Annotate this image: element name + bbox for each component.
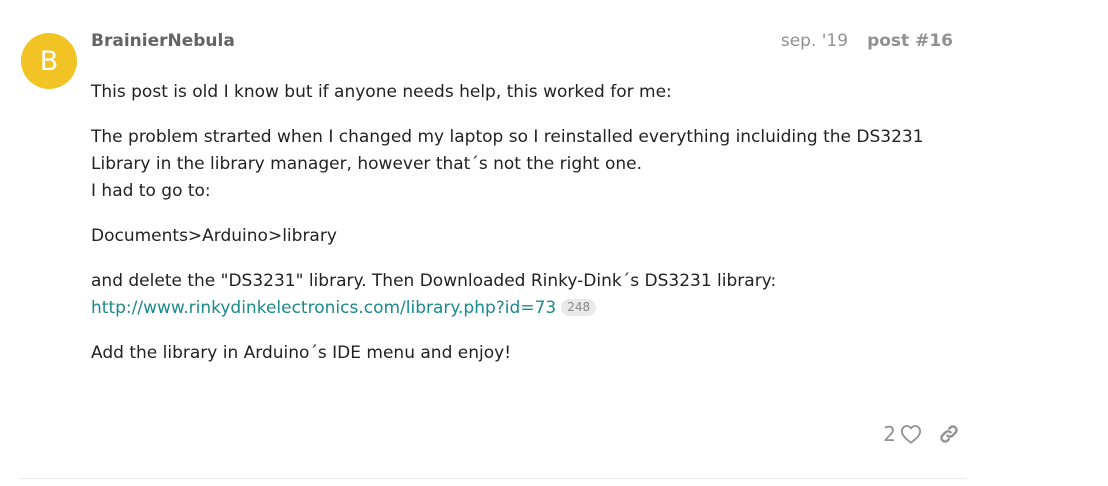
post-meta: sep. '19 post #16 [760,31,953,51]
post-body: This post is old I know but if anyone ne… [91,79,961,385]
paragraph: This post is old I know but if anyone ne… [91,82,672,102]
library-link[interactable]: http://www.rinkydinkelectronics.com/libr… [91,298,556,318]
like-count[interactable]: 2 [883,422,896,446]
paragraph-line: and delete the "DS3231" library. Then Do… [91,271,777,291]
paragraph: Documents>Arduino>library [91,226,337,246]
share-button[interactable] [938,423,960,445]
avatar[interactable]: B [21,33,77,89]
paragraph: and delete the "DS3231" library. Then Do… [91,268,961,322]
paragraph: Add the library in Arduino´s IDE menu an… [91,343,512,363]
heart-icon [901,425,921,444]
forum-post: B BrainierNebula sep. '19 post #16 This … [0,0,1108,486]
like-button[interactable] [900,424,922,444]
post-date[interactable]: sep. '19 [781,31,848,51]
paragraph-line: I had to go to: [91,181,211,201]
post-divider [19,478,966,479]
paragraph: The problem strarted when I changed my l… [91,124,961,205]
post-number[interactable]: post #16 [867,31,953,51]
link-click-count: 248 [561,299,597,316]
paragraph-line: The problem strarted when I changed my l… [91,127,924,147]
username[interactable]: BrainierNebula [91,31,235,51]
link-icon [940,425,958,443]
paragraph-line: Library in the library manager, however … [91,154,643,174]
post-actions: 2 [860,420,960,448]
